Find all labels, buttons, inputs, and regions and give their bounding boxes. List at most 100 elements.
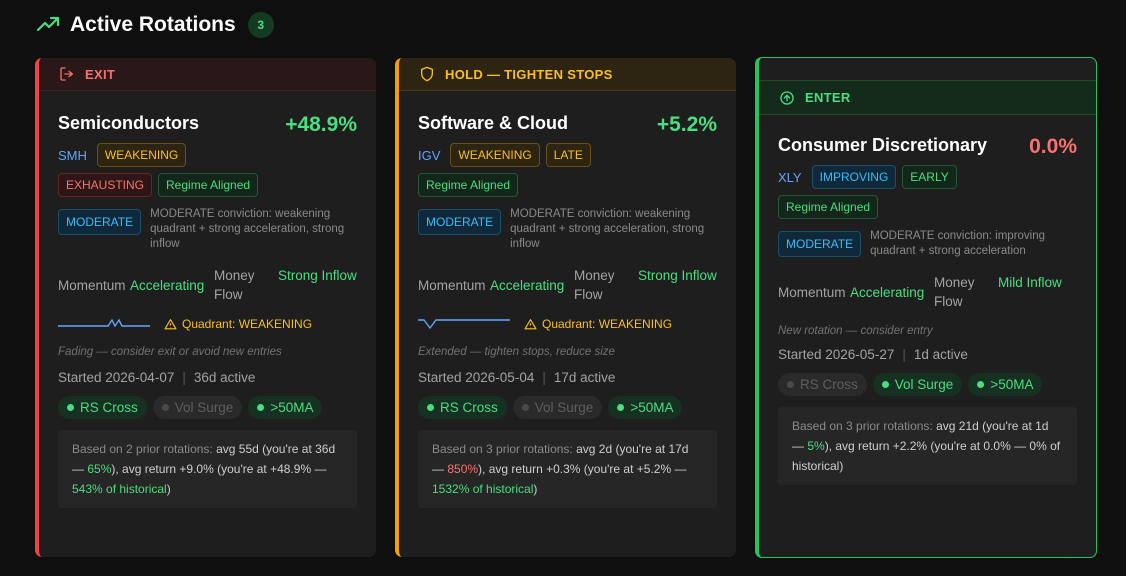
trending-up-icon bbox=[36, 16, 60, 32]
chevron-up-icon[interactable] bbox=[1064, 553, 1076, 558]
separator: | bbox=[902, 347, 906, 362]
status-dot bbox=[977, 381, 985, 388]
action-label: EXIT bbox=[85, 66, 116, 82]
rotation-card-software-cloud[interactable]: HOLD — TIGHTEN STOPS Software & Cloud +5… bbox=[395, 58, 736, 557]
status-dot bbox=[881, 381, 889, 388]
history-duration-pct: 65% bbox=[87, 462, 112, 476]
history-text: ), avg return +9.0% (you're at +48.9% — bbox=[111, 462, 327, 476]
history-return-pct: 1532% of historical bbox=[432, 482, 534, 496]
return-percent: +48.9% bbox=[285, 113, 357, 136]
flow-label: Money Flow bbox=[214, 268, 255, 302]
signal-label: >50MA bbox=[990, 377, 1034, 392]
active-days: 1d active bbox=[913, 347, 968, 362]
action-label: HOLD — TIGHTEN STOPS bbox=[445, 66, 613, 82]
conviction-badge: MODERATE bbox=[418, 209, 502, 235]
signal-50ma: >50MA bbox=[608, 396, 683, 419]
signal-50ma: >50MA bbox=[248, 396, 323, 419]
guidance-hint: Extended — tighten stops, reduce size bbox=[418, 346, 615, 358]
regime-tag: Regime Aligned bbox=[158, 173, 259, 197]
history-duration-pct: 850% bbox=[447, 462, 479, 476]
momentum-value: Accelerating bbox=[490, 277, 565, 293]
phase-tag: LATE bbox=[545, 143, 591, 167]
phase-tag: EARLY bbox=[902, 165, 957, 189]
signal-label: Vol Surge bbox=[534, 400, 594, 415]
history-duration-pct: 5% bbox=[807, 439, 825, 453]
guidance-hint: New rotation — consider entry bbox=[778, 325, 933, 337]
signal-label: RS Cross bbox=[80, 400, 138, 415]
phase-tag: EXHAUSTING bbox=[58, 173, 153, 197]
flow-label: Money Flow bbox=[574, 268, 615, 302]
signal-label: >50MA bbox=[630, 400, 674, 415]
guidance-hint: Fading — consider exit or avoid new entr… bbox=[58, 346, 282, 358]
regime-tag: Regime Aligned bbox=[418, 173, 519, 197]
section-header: Active Rotations 3 bbox=[36, 12, 274, 38]
page-title: Active Rotations bbox=[70, 13, 236, 36]
regime-tag: Regime Aligned bbox=[778, 195, 879, 219]
action-ribbon: HOLD — TIGHTEN STOPS bbox=[399, 58, 736, 91]
signal-vol-surge: Vol Surge bbox=[152, 396, 243, 419]
active-days: 17d active bbox=[553, 370, 616, 385]
action-label: ENTER bbox=[805, 90, 851, 105]
signal-label: Vol Surge bbox=[174, 400, 234, 415]
action-ribbon: EXIT bbox=[39, 58, 376, 91]
sector-name: Consumer Discretionary bbox=[778, 135, 988, 155]
conviction-text: MODERATE conviction: weakening quadrant … bbox=[510, 208, 705, 250]
status-dot bbox=[521, 404, 529, 411]
active-days: 36d active bbox=[193, 370, 256, 385]
history-text: Based on 2 prior rotations: bbox=[72, 442, 217, 456]
history-text: ) bbox=[166, 482, 171, 496]
return-percent: 0.0% bbox=[1029, 135, 1077, 158]
conviction-badge: MODERATE bbox=[778, 231, 862, 257]
history-text: Based on 3 prior rotations: bbox=[792, 419, 937, 433]
signal-label: >50MA bbox=[270, 400, 314, 415]
warning-icon bbox=[524, 318, 537, 329]
started-date: Started 2026-05-04 bbox=[418, 370, 535, 385]
history-text: ) bbox=[533, 482, 538, 496]
status-dot bbox=[67, 404, 74, 411]
ticker-link[interactable]: SMH bbox=[58, 148, 87, 163]
status-dot bbox=[427, 404, 434, 411]
conviction-text: MODERATE conviction: improving quadrant … bbox=[870, 230, 1046, 257]
signal-50ma: >50MA bbox=[968, 373, 1043, 396]
return-percent: +5.2% bbox=[656, 113, 717, 136]
separator: | bbox=[182, 370, 186, 385]
separator: | bbox=[542, 370, 546, 385]
flow-value: Strong Inflow bbox=[638, 268, 717, 283]
ticker-link[interactable]: IGV bbox=[418, 148, 440, 163]
action-ribbon: ENTER bbox=[759, 80, 1096, 115]
rotation-card-consumer-discretionary[interactable]: ENTER Consumer Discretionary 0.0% XLY IM… bbox=[755, 57, 1097, 558]
ticker-link[interactable]: XLY bbox=[778, 170, 802, 185]
momentum-sparkline bbox=[418, 319, 510, 330]
signal-label: Vol Surge bbox=[894, 377, 954, 392]
quadrant-warning: Quadrant: WEAKENING bbox=[164, 317, 312, 331]
history-summary: Based on 3 prior rotations: avg 2d (you'… bbox=[418, 430, 717, 508]
started-row: Started 2026-05-27 | 1d active bbox=[778, 347, 1077, 362]
momentum-label: Momentum bbox=[418, 277, 486, 293]
rotation-card-semiconductors[interactable]: EXIT Semiconductors +48.9% SMH WEAKENING… bbox=[35, 58, 376, 557]
conviction-badge: MODERATE bbox=[58, 209, 142, 235]
warning-icon bbox=[164, 318, 177, 329]
signal-rs-cross: RS Cross bbox=[778, 373, 867, 396]
signal-rs-cross: RS Cross bbox=[418, 396, 507, 419]
started-row: Started 2026-04-07 | 36d active bbox=[58, 370, 357, 385]
quadrant-warning: Quadrant: WEAKENING bbox=[524, 317, 672, 331]
sector-name: Software & Cloud bbox=[418, 113, 569, 133]
history-text: ), avg return +2.2% (you're at 0.0% — 0%… bbox=[792, 439, 1061, 473]
quadrant-tag: IMPROVING bbox=[811, 165, 897, 189]
status-dot bbox=[257, 404, 265, 411]
history-summary: Based on 2 prior rotations: avg 55d (you… bbox=[58, 430, 357, 508]
flow-label: Money Flow bbox=[934, 275, 975, 309]
log-out-icon bbox=[60, 67, 73, 81]
started-row: Started 2026-05-04 | 17d active bbox=[418, 370, 717, 385]
quadrant-tag: WEAKENING bbox=[96, 143, 187, 167]
history-text: ), avg return +0.3% (you're at +5.2% — bbox=[478, 462, 687, 476]
started-date: Started 2026-04-07 bbox=[58, 370, 175, 385]
shield-icon bbox=[421, 66, 433, 82]
quadrant-warning-text: Quadrant: WEAKENING bbox=[542, 317, 673, 331]
signal-vol-surge: Vol Surge bbox=[872, 373, 963, 396]
arrow-up-circle-icon bbox=[780, 90, 794, 105]
history-return-pct: 543% of historical bbox=[72, 482, 167, 496]
signal-rs-cross: RS Cross bbox=[58, 396, 147, 419]
signal-vol-surge: Vol Surge bbox=[512, 396, 603, 419]
started-date: Started 2026-05-27 bbox=[778, 347, 895, 362]
